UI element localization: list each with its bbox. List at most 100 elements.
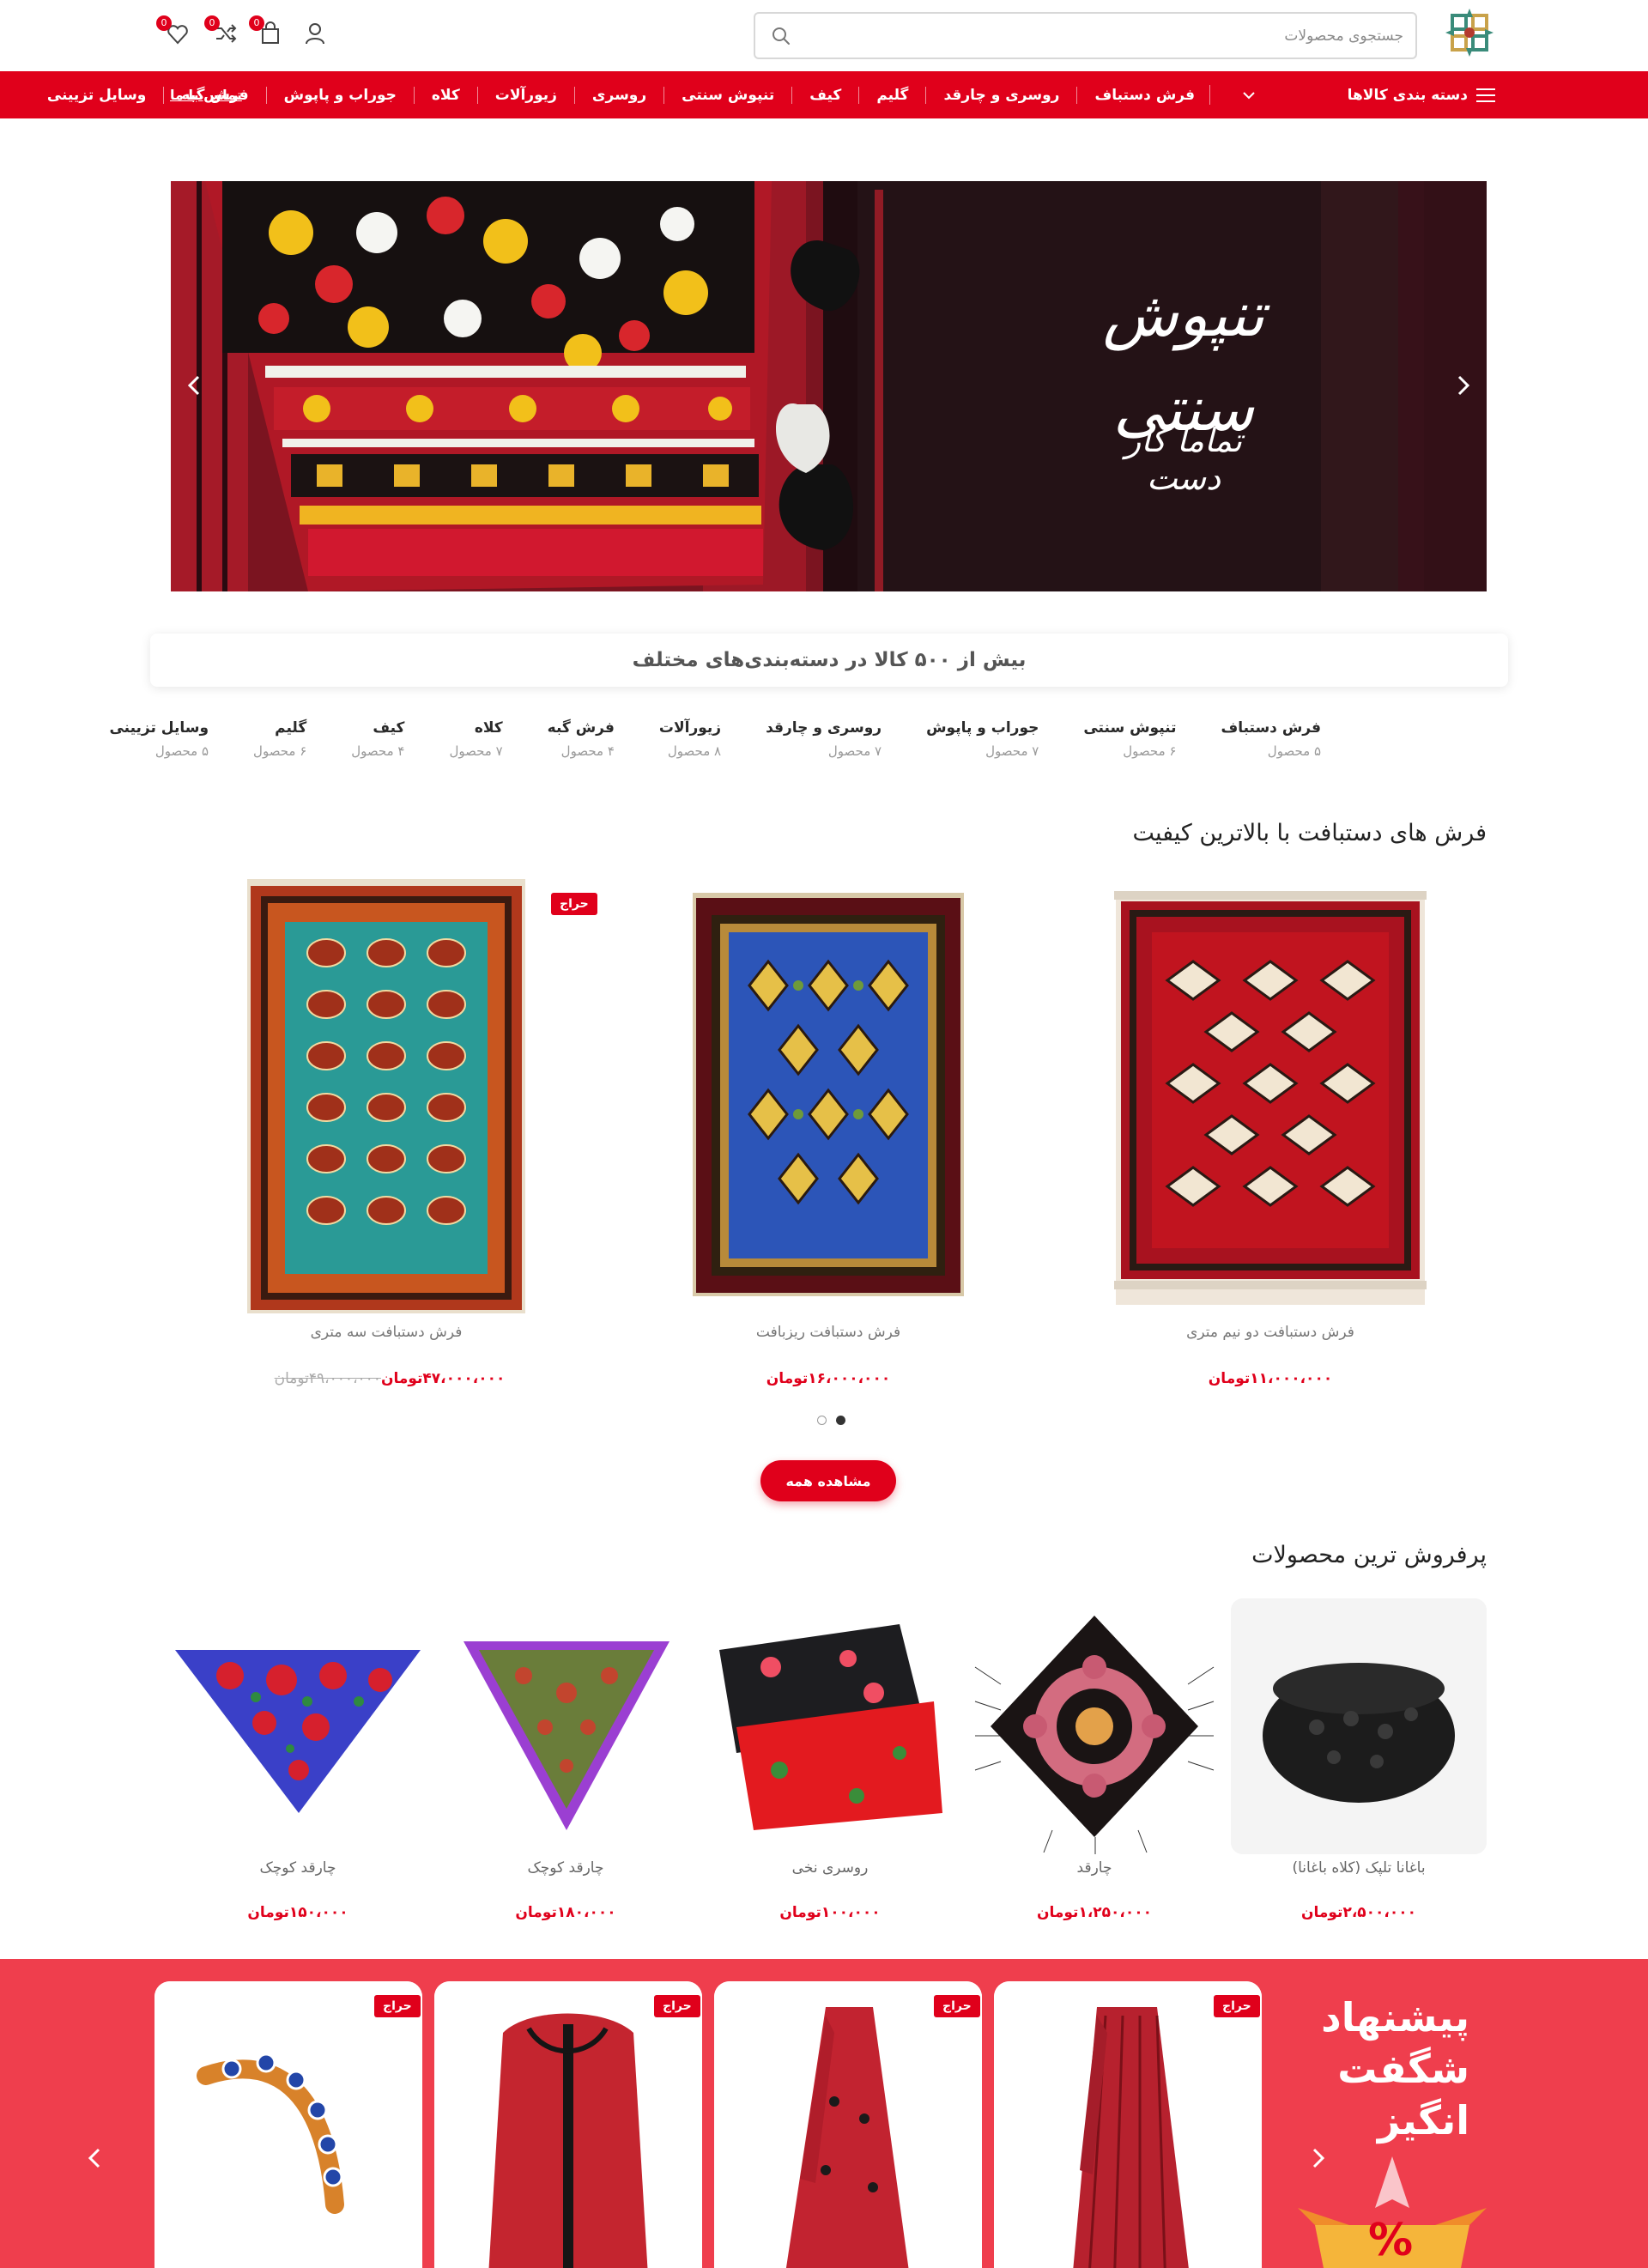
- category-item[interactable]: وسایل تزیینی ۵ محصول: [87, 719, 231, 771]
- cart-count-badge: 0: [249, 15, 264, 31]
- product-name[interactable]: فرش دستبافت دو نیم متری: [1090, 1324, 1451, 1341]
- product-card[interactable]: چارقد کوچک ۱۵۰،۰۰۰تومان: [170, 1598, 426, 1933]
- product-card[interactable]: فرش دستبافت دو نیم متری ۱۱،۰۰۰،۰۰۰تومان: [1090, 867, 1451, 1391]
- category-name: وسایل تزیینی: [109, 719, 209, 737]
- chevron-left-icon: [88, 2148, 100, 2168]
- nav-divider: [925, 86, 927, 104]
- category-name: فرش گبه: [547, 719, 615, 737]
- product-price: ۴۷،۰۰۰،۰۰۰تومان۴۹،۰۰۰،۰۰۰تومان: [206, 1370, 566, 1387]
- product-name[interactable]: چارقد کوچک: [438, 1859, 694, 1877]
- product-price: ۱،۲۵۰،۰۰۰تومان: [1036, 1904, 1153, 1921]
- category-count: ۶ محصول: [253, 743, 307, 759]
- category-name: فرش دستباف: [1221, 719, 1321, 737]
- category-item[interactable]: جوراب و پاپوش ۷ محصول: [904, 719, 1061, 771]
- category-item[interactable]: گلیم ۶ محصول: [231, 719, 329, 771]
- nav-item-kilim[interactable]: گلیم: [876, 87, 908, 104]
- nav-item-decor[interactable]: وسایل تزیینی: [47, 87, 147, 104]
- nav-item-traditional-clothing[interactable]: تنپوش سنتی: [682, 87, 774, 104]
- product-card[interactable]: چارقد کوچک ۱۸۰،۰۰۰تومان: [438, 1598, 694, 1933]
- category-count: ۴ محصول: [351, 743, 405, 759]
- hero-prev-button[interactable]: [178, 368, 212, 403]
- category-item[interactable]: روسری و چارقد ۷ محصول: [743, 719, 904, 771]
- price-current: ۱۱،۰۰۰،۰۰۰تومان: [1208, 1370, 1333, 1387]
- category-count: ۶ محصول: [1123, 743, 1177, 759]
- product-card[interactable]: چارقد ۱،۲۵۰،۰۰۰تومان: [966, 1598, 1222, 1933]
- product-name[interactable]: چارقد کوچک: [170, 1859, 426, 1877]
- offers-title: پیشنهاد شگفت انگیز: [1289, 1992, 1469, 2146]
- category-item[interactable]: کیف ۴ محصول: [329, 719, 427, 771]
- offer-product-card[interactable]: حراج: [994, 1981, 1262, 2268]
- category-name: روسری و چارقد: [766, 719, 882, 737]
- category-item[interactable]: فرش دستباف ۵ محصول: [1198, 719, 1321, 771]
- category-count: ۷ محصول: [985, 743, 1039, 759]
- sale-badge: حراج: [1214, 1995, 1260, 2017]
- product-price: ۱۶،۰۰۰،۰۰۰تومان: [648, 1370, 1009, 1387]
- product-name[interactable]: فرش دستبافت ریزبافت: [648, 1324, 1009, 1341]
- categories-menu-button[interactable]: دسته بندی کالاها: [1348, 71, 1495, 118]
- nav-item-jewelry[interactable]: زیورآلات: [495, 87, 557, 104]
- product-image: [206, 867, 566, 1317]
- search-input[interactable]: [820, 22, 1403, 50]
- category-item[interactable]: تنپوش سنتی ۶ محصول: [1061, 719, 1198, 771]
- wishlist-button[interactable]: 0: [156, 15, 191, 50]
- nav-divider: [858, 86, 860, 104]
- product-card[interactable]: فرش دستبافت ریزبافت ۱۶،۰۰۰،۰۰۰تومان: [648, 867, 1009, 1391]
- offers-next-button[interactable]: [1303, 2143, 1334, 2174]
- category-item[interactable]: فرش گبه ۴ محصول: [525, 719, 637, 771]
- nav-divider: [1076, 86, 1078, 104]
- product-card[interactable]: روسری نخی ۱۰۰،۰۰۰تومان: [702, 1598, 958, 1933]
- product-image: [154, 1981, 422, 2268]
- offer-product-card[interactable]: حراج: [434, 1981, 702, 2268]
- nav-item-scarf[interactable]: روسری: [592, 87, 646, 104]
- product-name[interactable]: چارقد: [966, 1859, 1222, 1877]
- nav-item-handmade-carpet[interactable]: فرش دستباف: [1094, 87, 1195, 104]
- carousel-dots: [812, 1416, 846, 1428]
- product-card[interactable]: حراج فرش دستبافت سه متری ۴۷،۰۰۰،۰۰۰تومان…: [206, 867, 597, 1391]
- product-price: ۱۵۰،۰۰۰تومان: [247, 1904, 348, 1921]
- hero-next-button[interactable]: [1445, 368, 1480, 403]
- product-image: [994, 1981, 1262, 2268]
- contact-link[interactable]: تماس با ما: [170, 71, 242, 118]
- category-count: ۵ محصول: [154, 743, 209, 759]
- search-icon[interactable]: [771, 26, 791, 46]
- offer-product-card[interactable]: حراج: [714, 1981, 982, 2268]
- sale-badge: حراج: [374, 1995, 421, 2017]
- account-button[interactable]: [299, 21, 328, 50]
- nav-item-hat[interactable]: کلاه: [432, 87, 460, 104]
- offers-title-line: شگفت: [1337, 2046, 1469, 2092]
- top-header: 0 0 0: [0, 0, 1648, 71]
- site-logo[interactable]: [1444, 7, 1495, 58]
- nav-item-bag[interactable]: کیف: [809, 87, 841, 104]
- carousel-dot[interactable]: [817, 1416, 827, 1425]
- product-price: ۱۰۰،۰۰۰تومان: [779, 1904, 881, 1921]
- amazing-offers-section: پیشنهاد شگفت انگیز % حراج حراج حراج حراج: [0, 1959, 1648, 2268]
- percent-label: %: [1368, 2215, 1414, 2266]
- compare-button[interactable]: 0: [204, 15, 239, 50]
- category-item[interactable]: زیورآلات ۸ محصول: [637, 719, 743, 771]
- categories-headline: بیش از ۵۰۰ کالا در دسته‌بندی‌های مختلف: [150, 634, 1508, 687]
- product-image: [702, 1598, 958, 1854]
- view-all-button[interactable]: مشاهده همه: [760, 1460, 896, 1501]
- product-price: ۱۱،۰۰۰،۰۰۰تومان: [1090, 1370, 1451, 1387]
- hero-slider: تنپوش سنتی تماما کار دست: [171, 181, 1487, 591]
- product-name[interactable]: باغانا تلپک (کلاه باغانا): [1231, 1859, 1487, 1877]
- main-navbar: دسته بندی کالاها فرش دستباف روسری و چارق…: [0, 71, 1648, 118]
- carousel-dot-active[interactable]: [836, 1416, 845, 1425]
- category-name: کلاه: [474, 719, 503, 737]
- offers-prev-button[interactable]: [79, 2143, 110, 2174]
- bestsellers-section-title: پرفروش ترین محصولات: [1251, 1542, 1487, 1568]
- nav-divider: [413, 86, 415, 104]
- cart-button[interactable]: 0: [249, 15, 283, 50]
- product-image: [170, 1598, 426, 1854]
- price-current: ۴۷،۰۰۰،۰۰۰تومان: [380, 1370, 506, 1387]
- chevron-down-icon[interactable]: [1240, 87, 1257, 104]
- nav-divider: [163, 86, 165, 104]
- category-item[interactable]: کلاه ۷ محصول: [427, 719, 524, 771]
- offer-product-card[interactable]: حراج: [154, 1981, 422, 2268]
- nav-item-socks-slippers[interactable]: جوراب و پاپوش: [284, 87, 397, 104]
- logo-icon: [1445, 9, 1494, 57]
- product-name[interactable]: روسری نخی: [702, 1859, 958, 1877]
- product-card[interactable]: باغانا تلپک (کلاه باغانا) ۲،۵۰۰،۰۰۰تومان: [1231, 1598, 1487, 1933]
- product-name[interactable]: فرش دستبافت سه متری: [206, 1324, 566, 1341]
- nav-item-scarf-charghad[interactable]: روسری و چارقد: [943, 87, 1059, 104]
